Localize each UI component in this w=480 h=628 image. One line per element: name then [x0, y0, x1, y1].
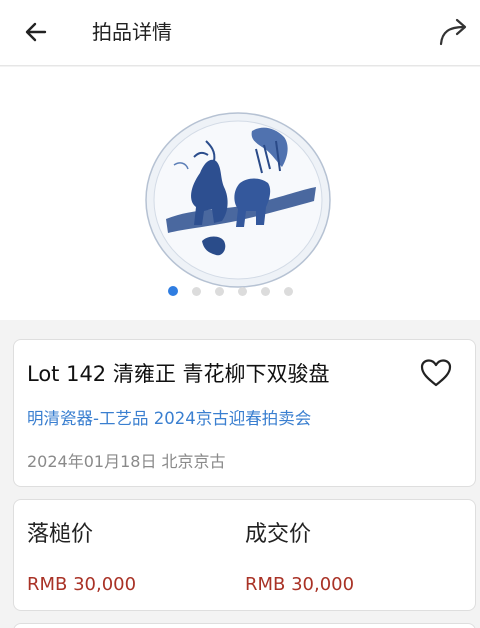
next-card: [13, 623, 476, 628]
lot-info-card: Lot 142 清雍正 青花柳下双骏盘 明清瓷器-工艺品 2024京古迎春拍卖会…: [13, 339, 476, 487]
hammer-price-label: 落槌价: [27, 522, 94, 547]
lot-title: Lot 142 清雍正 青花柳下双骏盘: [27, 362, 330, 386]
deal-price-value: RMB 30,000: [245, 574, 355, 595]
carousel-indicator: [168, 286, 293, 296]
hammer-price-value: RMB 30,000: [27, 574, 137, 595]
heart-outline-icon: [420, 359, 452, 387]
share-button[interactable]: [434, 12, 474, 52]
page-title: 拍品详情: [92, 20, 172, 44]
deal-price-label: 成交价: [245, 522, 312, 547]
lot-image[interactable]: [144, 111, 332, 289]
carousel-dot[interactable]: [261, 286, 270, 296]
share-arrow-icon: [439, 18, 467, 46]
carousel-dot[interactable]: [168, 286, 178, 296]
auction-date-place: 2024年01月18日 北京京古: [27, 452, 226, 471]
image-gallery[interactable]: [0, 67, 480, 320]
top-bar: 拍品详情: [0, 0, 480, 66]
carousel-dot[interactable]: [238, 286, 247, 296]
carousel-dot[interactable]: [284, 286, 293, 296]
arrow-left-icon: [25, 22, 47, 42]
back-button[interactable]: [18, 14, 54, 50]
carousel-dot[interactable]: [192, 286, 201, 296]
favorite-button[interactable]: [418, 355, 454, 391]
auction-link[interactable]: 明清瓷器-工艺品 2024京古迎春拍卖会: [27, 407, 311, 431]
carousel-dot[interactable]: [215, 286, 224, 296]
price-card: 落槌价 成交价 RMB 30,000 RMB 30,000: [13, 499, 476, 611]
